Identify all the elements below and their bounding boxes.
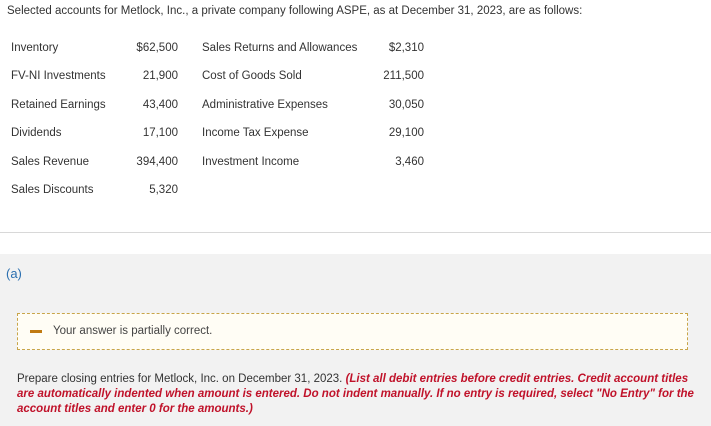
- account-label-fvni-investments: FV-NI Investments: [11, 70, 106, 82]
- account-value-administrative-expenses: 30,050: [388, 99, 424, 111]
- account-value-investment-income: 3,460: [395, 156, 424, 168]
- account-value-sales-returns: $2,310: [388, 42, 424, 54]
- account-value-sales-discounts: 5,320: [149, 184, 178, 196]
- account-value-income-tax-expense: 29,100: [388, 127, 424, 139]
- account-value-inventory: $62,500: [136, 42, 178, 54]
- part-label: (a): [6, 266, 22, 281]
- account-value-retained-earnings: 43,400: [142, 99, 178, 111]
- instruction-main: Prepare closing entries for Metlock, Inc…: [17, 373, 343, 385]
- account-label-income-tax-expense: Income Tax Expense: [202, 127, 309, 139]
- account-value-sales-revenue: 394,400: [136, 156, 178, 168]
- account-label-dividends: Dividends: [11, 127, 62, 139]
- account-value-cost-of-goods-sold: 211,500: [383, 70, 424, 82]
- intro-text: Selected accounts for Metlock, Inc., a p…: [7, 5, 583, 17]
- account-label-administrative-expenses: Administrative Expenses: [202, 99, 328, 111]
- account-label-sales-discounts: Sales Discounts: [11, 184, 94, 196]
- account-value-fvni-investments: 21,900: [142, 70, 178, 82]
- answer-status-box: Your answer is partially correct.: [17, 313, 688, 350]
- account-label-retained-earnings: Retained Earnings: [11, 99, 106, 111]
- account-value-dividends: 17,100: [142, 127, 178, 139]
- account-label-sales-returns: Sales Returns and Allowances: [202, 42, 358, 54]
- part-a-section: (a) Your answer is partially correct. Pr…: [0, 254, 711, 426]
- minus-icon: [30, 330, 42, 333]
- instructions: Prepare closing entries for Metlock, Inc…: [17, 372, 697, 417]
- account-label-sales-revenue: Sales Revenue: [11, 156, 89, 168]
- problem-statement: Selected accounts for Metlock, Inc., a p…: [0, 0, 711, 233]
- account-label-cost-of-goods-sold: Cost of Goods Sold: [202, 70, 302, 82]
- account-label-inventory: Inventory: [11, 42, 59, 54]
- answer-status-text: Your answer is partially correct.: [53, 325, 213, 337]
- account-label-investment-income: Investment Income: [202, 156, 300, 168]
